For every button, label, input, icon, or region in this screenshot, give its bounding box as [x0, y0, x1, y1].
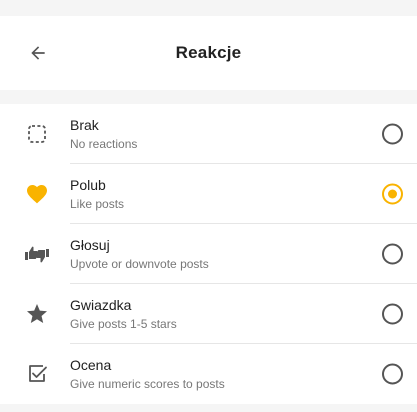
option-title: Brak: [70, 116, 99, 133]
top-strip: [0, 0, 417, 16]
option-brak[interactable]: Brak No reactions: [0, 104, 417, 164]
arrow-back-icon: [31, 46, 45, 60]
option-title: Głosuj: [70, 236, 110, 253]
back-button[interactable]: [22, 37, 54, 69]
option-polub[interactable]: Polub Like posts: [0, 164, 417, 224]
radio-button[interactable]: [382, 243, 403, 265]
checkbox-icon: [29, 365, 47, 382]
thumbs-up-down-icon: [25, 246, 49, 263]
radio-button[interactable]: [382, 123, 403, 145]
bottom-strip: [0, 404, 417, 412]
section-gap: [0, 90, 417, 104]
app-bar: Reakcje: [0, 16, 417, 90]
radio-button[interactable]: [382, 303, 403, 325]
option-subtitle: Give numeric scores to posts: [70, 377, 225, 391]
reaction-options-list: Brak No reactions Polub Like posts Głosu…: [0, 104, 417, 404]
option-gwiazdka[interactable]: Gwiazdka Give posts 1-5 stars: [0, 284, 417, 344]
option-subtitle: Give posts 1-5 stars: [70, 316, 177, 331]
star-icon: [27, 304, 47, 323]
option-ocena[interactable]: Ocena Give numeric scores to posts: [0, 344, 417, 404]
option-subtitle: Upvote or downvote posts: [70, 256, 209, 271]
option-title: Ocena: [70, 357, 112, 373]
page-title: Reakcje: [175, 43, 242, 62]
dashed-square-icon: [28, 125, 46, 143]
option-title: Polub: [70, 176, 106, 193]
option-subtitle: Like posts: [70, 196, 125, 211]
option-title: Gwiazdka: [70, 296, 132, 313]
option-glosuj[interactable]: Głosuj Upvote or downvote posts: [0, 224, 417, 284]
radio-button[interactable]: [382, 363, 403, 385]
radio-button[interactable]: [382, 183, 403, 205]
heart-icon: [27, 185, 47, 204]
option-subtitle: No reactions: [70, 136, 138, 151]
